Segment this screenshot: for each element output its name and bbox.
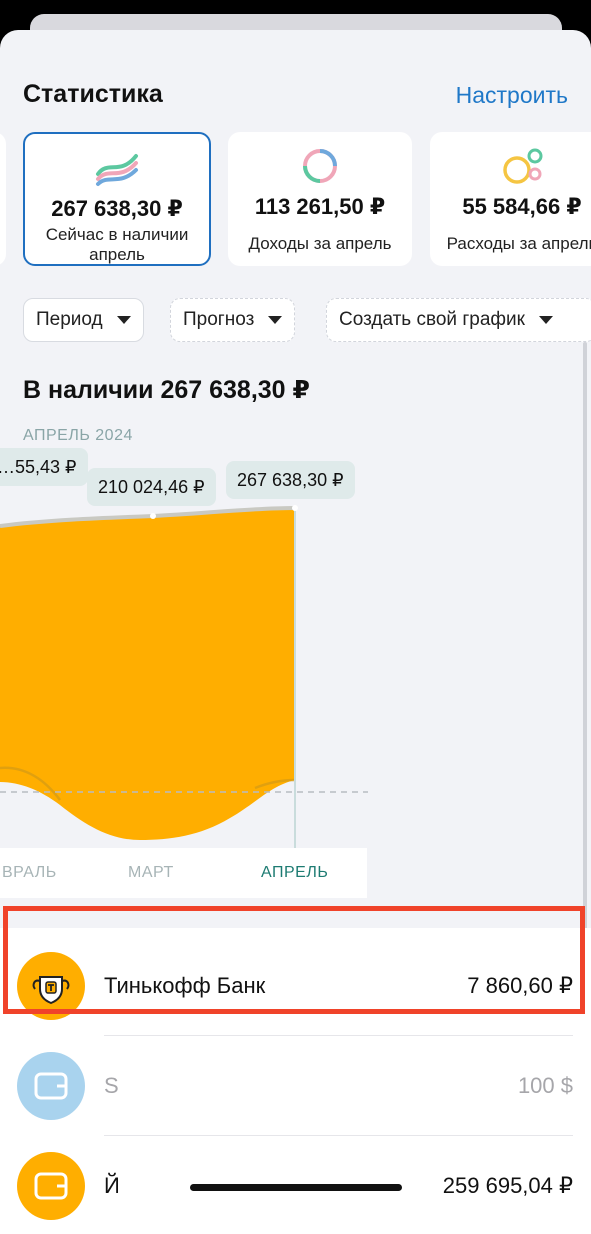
home-indicator[interactable]	[190, 1184, 402, 1191]
value-label: …55,43 ₽	[0, 448, 88, 486]
custom-chart-dropdown[interactable]: Создать свой график	[326, 298, 591, 342]
account-name: Й	[104, 1173, 120, 1198]
scrollbar[interactable]	[583, 342, 587, 942]
account-name: S	[104, 1073, 119, 1098]
chart-area	[0, 508, 295, 840]
wave-chart-icon	[96, 154, 138, 186]
card-amount: 113 261,50 ₽	[254, 194, 386, 219]
card-amount: 267 638,30 ₽	[51, 196, 183, 221]
customize-button[interactable]: Настроить	[456, 82, 568, 109]
custom-chart-label: Создать свой график	[339, 309, 525, 330]
prev-card[interactable]	[0, 132, 6, 266]
month-tick[interactable]: МАРТ	[128, 864, 174, 882]
period-dropdown[interactable]: Период	[23, 298, 144, 342]
page-title: Статистика	[23, 80, 163, 108]
period-label: АПРЕЛЬ 2024	[23, 427, 133, 444]
summary-heading: В наличии 267 638,30 ₽	[23, 376, 310, 404]
card-label: Расходы за апрель	[446, 234, 591, 253]
month-tick-active[interactable]: АПРЕЛЬ	[261, 864, 328, 882]
statistics-sheet: Статистика Настроить 267 638,30 ₽ Сейчас…	[0, 30, 591, 1234]
account-amount: 259 695,04 ₽	[442, 1173, 573, 1198]
month-axis: ВРАЛЬ МАРТ АПРЕЛЬ	[0, 848, 367, 898]
account-row[interactable]: S 100 $	[0, 1036, 591, 1136]
data-point	[150, 513, 156, 519]
wallet-icon	[17, 1152, 85, 1220]
month-tick[interactable]: ВРАЛЬ	[2, 864, 57, 882]
caret-down-icon	[538, 316, 553, 324]
balance-area-chart	[0, 505, 368, 848]
card-expenses[interactable]: 55 584,66 ₽ Расходы за апрель	[430, 132, 591, 266]
wallet-icon	[17, 1052, 85, 1120]
bubbles-icon	[503, 148, 543, 184]
forecast-dropdown[interactable]: Прогноз	[170, 298, 296, 342]
forecast-label: Прогноз	[183, 309, 255, 330]
card-label: Сейчас в наличии апрель	[45, 225, 189, 264]
ring-chart-icon	[303, 149, 337, 183]
period-label: Период	[36, 309, 103, 330]
value-label: 210 024,46 ₽	[87, 468, 216, 506]
data-point	[292, 505, 298, 511]
caret-down-icon	[268, 316, 283, 324]
card-available[interactable]: 267 638,30 ₽ Сейчас в наличии апрель	[23, 132, 211, 266]
account-amount: 100 $	[517, 1073, 573, 1098]
value-label: 267 638,30 ₽	[226, 461, 355, 499]
card-income[interactable]: 113 261,50 ₽ Доходы за апрель	[228, 132, 412, 266]
card-amount: 55 584,66 ₽	[462, 194, 582, 219]
card-label: Доходы за апрель	[248, 234, 392, 253]
highlight-frame	[3, 906, 585, 1014]
caret-down-icon	[116, 316, 131, 324]
